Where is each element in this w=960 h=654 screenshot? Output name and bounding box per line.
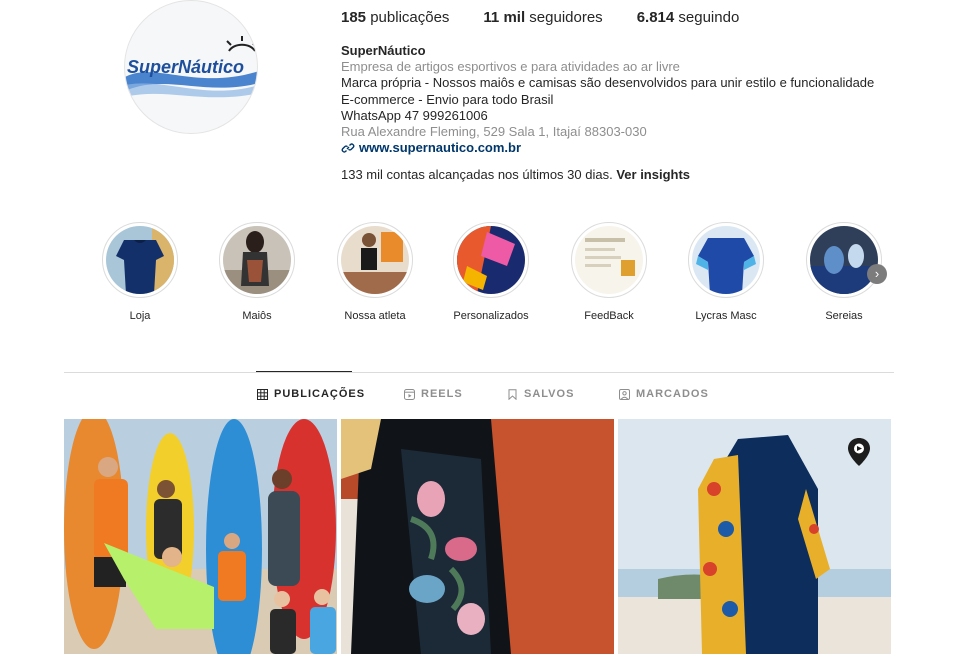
profile-tabs: PUBLICAÇÕES REELS SALVOS MARCADOS (0, 388, 960, 404)
highlight-thumbnail[interactable] (810, 226, 878, 294)
post-thumbnail[interactable] (341, 419, 614, 654)
tabs-divider (64, 372, 894, 373)
logo-text: SuperNáutico (127, 57, 244, 77)
tab-publicacoes[interactable]: PUBLICAÇÕES (257, 388, 365, 400)
profile-stats: 185 publicações 11 mil seguidores 6.814 … (341, 9, 773, 27)
highlight-thumbnail[interactable] (106, 226, 174, 294)
followers-label[interactable]: seguidores (529, 9, 602, 26)
posts-label: publicações (370, 9, 450, 26)
tab-reels[interactable]: REELS (404, 388, 463, 400)
chevron-right-icon[interactable]: › (867, 264, 887, 284)
highlight-thumbnail[interactable] (457, 226, 525, 294)
active-tab-indicator (256, 371, 352, 372)
story-highlights: Loja Maiôs Nossa atleta Personalizados F… (100, 222, 900, 332)
bookmark-icon (508, 388, 517, 400)
tagged-icon (619, 388, 630, 400)
highlight-label[interactable]: Sereias (789, 309, 899, 323)
posts-count: 185 (341, 9, 367, 26)
tab-salvos[interactable]: SALVOS (507, 388, 574, 400)
tab-label[interactable]: MARCADOS (636, 388, 709, 400)
highlight-label[interactable]: FeedBack (554, 309, 664, 323)
following-stat[interactable]: 6.814 seguindo (637, 9, 740, 27)
highlight-personalizados[interactable]: Personalizados (436, 222, 546, 323)
highlight-loja[interactable]: Loja (85, 222, 195, 323)
post-thumbnail[interactable] (64, 419, 337, 654)
followers-count[interactable]: 11 mil (483, 9, 525, 26)
profile-category: Empresa de artigos esportivos e para ati… (341, 59, 680, 75)
view-insights-link[interactable]: Ver insights (616, 167, 690, 182)
tab-label[interactable]: SALVOS (524, 388, 574, 400)
grid-icon (257, 388, 268, 400)
posts-stat: 185 publicações (341, 9, 449, 27)
highlight-maios[interactable]: Maiôs (202, 222, 312, 323)
tab-marcados[interactable]: MARCADOS (619, 388, 709, 400)
highlight-lycras-masc[interactable]: Lycras Masc (671, 222, 781, 323)
following-count[interactable]: 6.814 (637, 9, 675, 26)
reels-icon (404, 388, 415, 400)
website-link[interactable]: www.supernautico.com.br (341, 140, 901, 156)
link-icon (341, 143, 355, 153)
website-url[interactable]: www.supernautico.com.br (359, 140, 521, 156)
following-label[interactable]: seguindo (678, 9, 739, 26)
highlight-thumbnail[interactable] (575, 226, 643, 294)
insights-summary: 133 mil contas alcançadas nos últimos 30… (341, 167, 690, 183)
tab-label[interactable]: REELS (421, 388, 463, 400)
highlight-thumbnail[interactable] (692, 226, 760, 294)
profile-name: SuperNáutico (341, 43, 426, 58)
followers-stat[interactable]: 11 mil seguidores (483, 9, 602, 27)
tab-label[interactable]: PUBLICAÇÕES (274, 388, 365, 400)
profile-address[interactable]: Rua Alexandre Fleming, 529 Sala 1, Itaja… (341, 124, 901, 140)
post-thumbnail[interactable] (618, 419, 891, 654)
highlight-label[interactable]: Personalizados (436, 309, 546, 323)
highlight-thumbnail[interactable] (223, 226, 291, 294)
highlight-nossa-atleta[interactable]: Nossa atleta (320, 222, 430, 323)
profile-avatar[interactable]: SuperNáutico (124, 0, 258, 134)
supernautico-logo: SuperNáutico (125, 36, 257, 98)
highlight-thumbnail[interactable] (341, 226, 409, 294)
highlight-label[interactable]: Lycras Masc (671, 309, 781, 323)
bio-line: Marca própria - Nossos maiôs e camisas s… (341, 75, 875, 91)
highlight-label[interactable]: Loja (85, 309, 195, 323)
bio-line: WhatsApp 47 999261006 (341, 107, 488, 123)
bio-line: E-commerce - Envio para todo Brasil (341, 91, 554, 107)
highlight-feedback[interactable]: FeedBack (554, 222, 664, 323)
highlight-label[interactable]: Nossa atleta (320, 309, 430, 323)
highlight-label[interactable]: Maiôs (202, 309, 312, 323)
reel-icon (848, 438, 870, 466)
profile-bio: SuperNáutico Empresa de artigos esportiv… (341, 43, 901, 156)
reach-text: 133 mil contas alcançadas nos últimos 30… (341, 167, 613, 182)
